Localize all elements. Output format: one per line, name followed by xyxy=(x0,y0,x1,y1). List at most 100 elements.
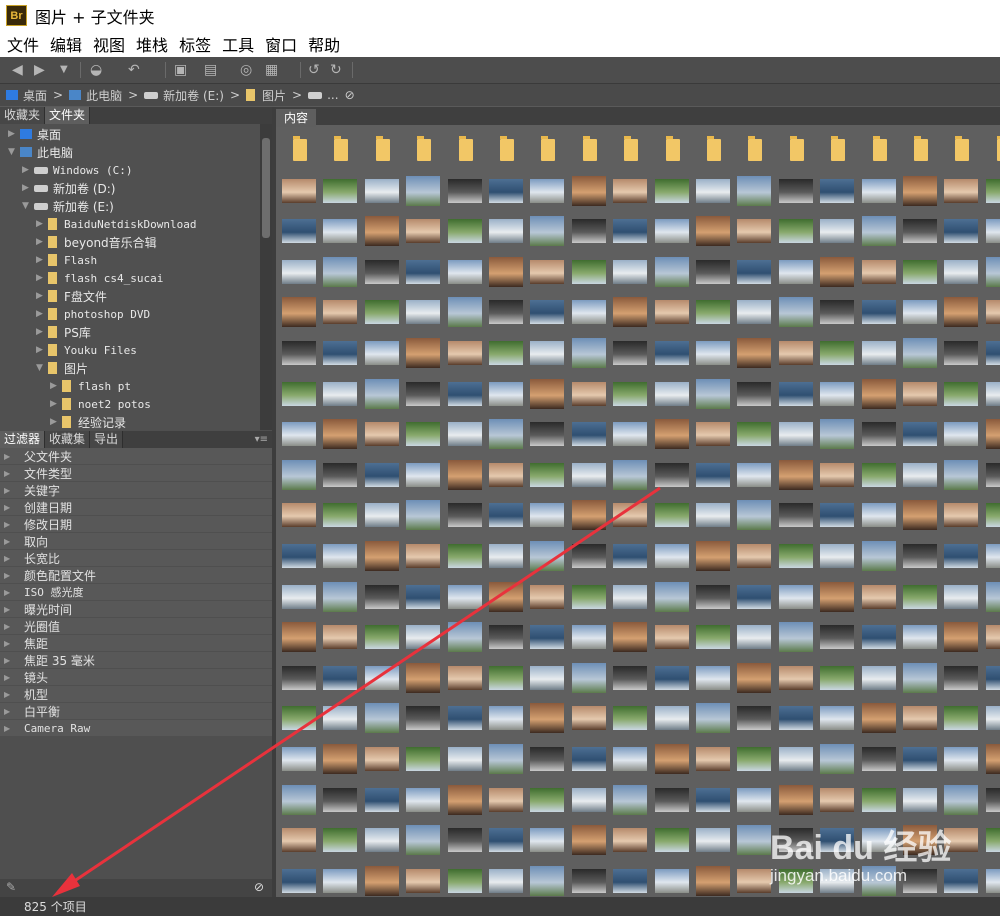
photo-thumbnail[interactable] xyxy=(820,625,855,650)
history-dropdown-icon[interactable]: ▼ xyxy=(60,61,68,79)
photo-thumbnail[interactable] xyxy=(985,462,1000,487)
photo-thumbnail[interactable] xyxy=(282,747,316,771)
photo-thumbnail[interactable] xyxy=(489,219,523,244)
photo-thumbnail[interactable] xyxy=(613,706,648,731)
photo-thumbnail[interactable] xyxy=(861,503,896,528)
photo-thumbnail[interactable] xyxy=(613,422,648,447)
photo-thumbnail[interactable] xyxy=(737,219,772,244)
photo-thumbnail[interactable] xyxy=(654,868,689,893)
expand-right-icon[interactable]: ▶ xyxy=(0,520,24,529)
filter-row[interactable]: ▶ 焦距 35 毫米 xyxy=(0,652,272,668)
photo-thumbnail[interactable] xyxy=(654,219,689,244)
photo-thumbnail[interactable] xyxy=(571,868,606,893)
photo-thumbnail[interactable] xyxy=(778,503,813,528)
photo-thumbnail[interactable] xyxy=(530,378,565,409)
photo-thumbnail[interactable] xyxy=(323,665,358,690)
photo-thumbnail[interactable] xyxy=(654,381,689,406)
photo-thumbnail[interactable] xyxy=(861,216,896,247)
photo-thumbnail[interactable] xyxy=(323,544,358,568)
photo-thumbnail[interactable] xyxy=(903,259,937,284)
photo-thumbnail[interactable] xyxy=(778,381,813,406)
photo-thumbnail[interactable] xyxy=(944,178,979,203)
photo-thumbnail[interactable] xyxy=(654,503,689,528)
photo-thumbnail[interactable] xyxy=(737,825,772,856)
photo-thumbnail[interactable] xyxy=(820,868,855,893)
photo-thumbnail[interactable] xyxy=(364,541,399,571)
photo-thumbnail[interactable] xyxy=(903,625,937,650)
expand-right-icon[interactable]: ▶ xyxy=(0,605,24,614)
photo-thumbnail[interactable] xyxy=(406,338,441,368)
expand-down-icon[interactable]: ▼ xyxy=(36,363,48,373)
photo-thumbnail[interactable] xyxy=(571,662,606,693)
photo-thumbnail[interactable] xyxy=(778,665,813,690)
photo-thumbnail[interactable] xyxy=(820,544,855,568)
photo-thumbnail[interactable] xyxy=(613,459,648,490)
photo-thumbnail[interactable] xyxy=(737,868,772,893)
photo-thumbnail[interactable] xyxy=(406,175,441,206)
camera-import-icon[interactable]: ▣ xyxy=(174,61,187,79)
photo-thumbnail[interactable] xyxy=(323,178,358,203)
photo-thumbnail[interactable] xyxy=(489,706,523,731)
tree-item[interactable]: ▶ flash cs4_sucai xyxy=(36,269,163,287)
photo-thumbnail[interactable] xyxy=(944,622,979,653)
photo-thumbnail[interactable] xyxy=(323,787,358,812)
expand-right-icon[interactable]: ▶ xyxy=(8,129,20,139)
photo-thumbnail[interactable] xyxy=(323,581,358,612)
photo-thumbnail[interactable] xyxy=(530,422,565,447)
photo-thumbnail[interactable] xyxy=(571,747,606,771)
photo-thumbnail[interactable] xyxy=(323,300,358,325)
folder-thumbnail[interactable] xyxy=(375,136,390,161)
expand-right-icon[interactable]: ▶ xyxy=(0,486,24,495)
photo-thumbnail[interactable] xyxy=(406,584,441,609)
photo-thumbnail[interactable] xyxy=(571,787,606,812)
photo-thumbnail[interactable] xyxy=(613,784,648,815)
photo-thumbnail[interactable] xyxy=(613,259,648,284)
photo-thumbnail[interactable] xyxy=(530,625,565,650)
photo-thumbnail[interactable] xyxy=(613,747,648,771)
photo-thumbnail[interactable] xyxy=(778,297,813,328)
photo-thumbnail[interactable] xyxy=(530,703,565,734)
expand-right-icon[interactable]: ▶ xyxy=(0,571,24,580)
photo-thumbnail[interactable] xyxy=(654,828,689,853)
photo-thumbnail[interactable] xyxy=(778,784,813,815)
photo-thumbnail[interactable] xyxy=(447,503,482,528)
menu-help[interactable]: 帮助 xyxy=(308,32,340,56)
tree-item[interactable]: ▼ 此电脑 xyxy=(8,143,73,161)
photo-thumbnail[interactable] xyxy=(903,381,937,406)
photo-thumbnail[interactable] xyxy=(364,300,399,325)
photo-thumbnail[interactable] xyxy=(447,747,482,771)
folder-thumbnail[interactable] xyxy=(500,136,514,161)
photo-thumbnail[interactable] xyxy=(903,706,937,731)
photo-thumbnail[interactable] xyxy=(944,706,979,731)
expand-right-icon[interactable]: ▶ xyxy=(0,656,24,665)
photo-thumbnail[interactable] xyxy=(778,868,813,893)
photo-thumbnail[interactable] xyxy=(364,747,399,771)
photo-thumbnail[interactable] xyxy=(737,422,772,447)
photo-thumbnail[interactable] xyxy=(778,622,813,653)
photo-thumbnail[interactable] xyxy=(530,462,565,487)
photo-thumbnail[interactable] xyxy=(489,744,523,774)
photo-thumbnail[interactable] xyxy=(820,787,855,812)
photo-thumbnail[interactable] xyxy=(282,381,316,406)
rotate-right-icon[interactable]: ↻ xyxy=(330,61,342,79)
photo-thumbnail[interactable] xyxy=(944,828,979,853)
photo-thumbnail[interactable] xyxy=(282,297,316,328)
filter-row[interactable]: ▶ 修改日期 xyxy=(0,516,272,532)
tree-item[interactable]: ▶ 经验记录 xyxy=(50,413,126,430)
photo-thumbnail[interactable] xyxy=(282,178,316,203)
breadcrumb-pictures[interactable]: 图片 xyxy=(246,87,286,104)
scrollbar-thumb[interactable] xyxy=(262,138,270,238)
photo-thumbnail[interactable] xyxy=(489,544,523,568)
filter-row[interactable]: ▶ 颜色配置文件 xyxy=(0,567,272,583)
folder-thumbnail[interactable] xyxy=(293,136,307,161)
tab-favorites[interactable]: 收藏夹 xyxy=(0,107,46,124)
photo-thumbnail[interactable] xyxy=(654,300,689,325)
photo-thumbnail[interactable] xyxy=(778,219,813,244)
photo-thumbnail[interactable] xyxy=(654,625,689,650)
tree-item[interactable]: ▼ 新加卷 (E:) xyxy=(22,197,114,215)
photo-thumbnail[interactable] xyxy=(861,300,896,325)
photo-thumbnail[interactable] xyxy=(861,259,896,284)
photo-thumbnail[interactable] xyxy=(654,581,689,612)
photo-thumbnail[interactable] xyxy=(737,338,772,368)
filter-row[interactable]: ▶ 关键字 xyxy=(0,482,272,498)
